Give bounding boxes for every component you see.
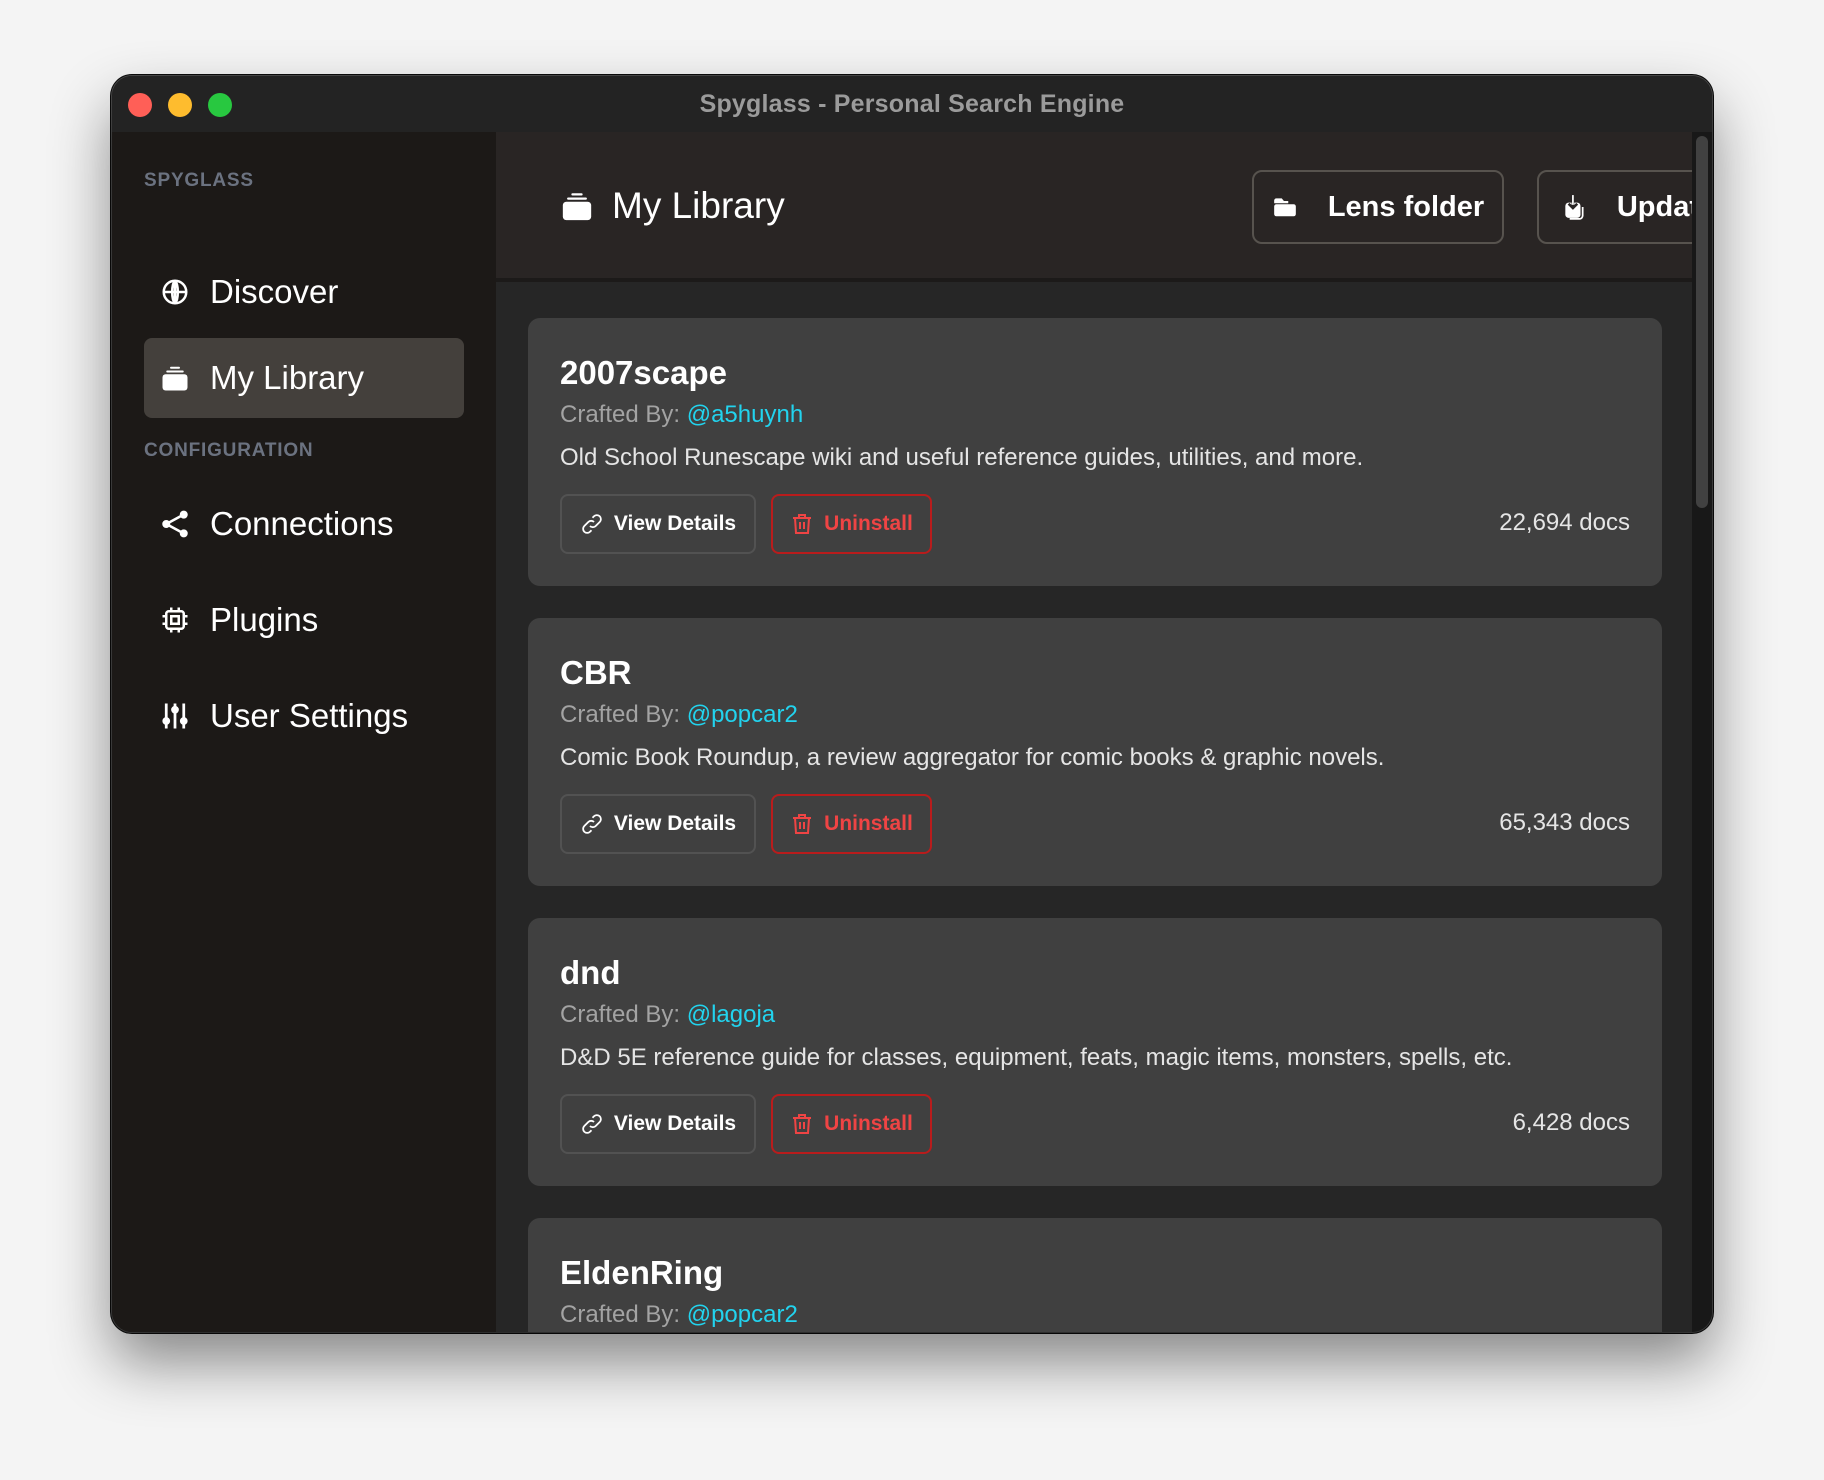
sidebar-item-label: My Library bbox=[210, 359, 365, 396]
view-details-label: View Details bbox=[613, 512, 737, 535]
chip-icon bbox=[160, 605, 190, 635]
library-icon bbox=[160, 363, 190, 393]
page-header: My Library Lens folder Update bbox=[496, 132, 1712, 282]
sidebar-item-connections[interactable]: Connections bbox=[144, 484, 464, 564]
crafted-by-label: Crafted By: bbox=[560, 401, 681, 428]
scrollbar[interactable] bbox=[1692, 132, 1712, 1332]
lens-description: Comic Book Roundup, a review aggregator … bbox=[560, 744, 1385, 771]
doc-count: 65,343 docs bbox=[1499, 809, 1630, 836]
author-link[interactable]: @popcar2 bbox=[687, 701, 798, 728]
view-details-button[interactable]: View Details bbox=[560, 1094, 756, 1154]
link-icon bbox=[580, 512, 604, 536]
lens-name: 2007scape bbox=[560, 354, 727, 391]
lens-name: EldenRing bbox=[560, 1254, 724, 1291]
uninstall-button[interactable]: Uninstall bbox=[771, 794, 932, 854]
update-button[interactable]: Update bbox=[1537, 170, 1712, 244]
crafted-by-label: Crafted By: bbox=[560, 1001, 681, 1028]
window-title: Spyglass - Personal Search Engine bbox=[699, 90, 1125, 118]
lens-name: CBR bbox=[560, 654, 632, 691]
sidebar: SPYGLASS Discover My Library CONFIGURATI… bbox=[112, 132, 496, 1332]
author-link[interactable]: @popcar2 bbox=[687, 1301, 798, 1328]
lens-card: 2007scape Crafted By: @a5huynh Old Schoo… bbox=[528, 318, 1662, 586]
lens-folder-label: Lens folder bbox=[1327, 190, 1485, 223]
sidebar-section-configuration: CONFIGURATION bbox=[144, 440, 314, 461]
author-link[interactable]: @lagoja bbox=[687, 1001, 775, 1028]
library-icon bbox=[560, 189, 594, 223]
doc-count: 6,428 docs bbox=[1512, 1109, 1630, 1136]
view-details-label: View Details bbox=[613, 1112, 737, 1135]
view-details-button[interactable]: View Details bbox=[560, 794, 756, 854]
author-link[interactable]: @a5huynh bbox=[687, 401, 803, 428]
lens-author: Crafted By: @a5huynh bbox=[560, 401, 803, 429]
uninstall-button[interactable]: Uninstall bbox=[771, 1094, 932, 1154]
lens-card: CBR Crafted By: @popcar2 Comic Book Roun… bbox=[528, 618, 1662, 886]
lens-card: dnd Crafted By: @lagoja D&D 5E reference… bbox=[528, 918, 1662, 1186]
page-title: My Library bbox=[560, 178, 785, 234]
trash-icon bbox=[790, 512, 814, 536]
scrollbar-thumb[interactable] bbox=[1696, 136, 1708, 508]
doc-count: 22,694 docs bbox=[1499, 509, 1630, 536]
trash-icon bbox=[790, 1112, 814, 1136]
lens-folder-button[interactable]: Lens folder bbox=[1252, 170, 1504, 244]
download-icon bbox=[1561, 194, 1587, 220]
view-details-label: View Details bbox=[613, 812, 737, 835]
uninstall-label: Uninstall bbox=[824, 812, 913, 835]
sidebar-item-label: Plugins bbox=[210, 601, 319, 638]
view-details-button[interactable]: View Details bbox=[560, 494, 756, 554]
page-title-text: My Library bbox=[612, 185, 785, 226]
lens-description: Old School Runescape wiki and useful ref… bbox=[560, 444, 1364, 471]
sidebar-item-label: User Settings bbox=[210, 697, 409, 734]
folder-icon bbox=[1272, 194, 1298, 220]
sidebar-section-spyglass: SPYGLASS bbox=[144, 170, 254, 191]
link-icon bbox=[580, 1112, 604, 1136]
lens-description: D&D 5E reference guide for classes, equi… bbox=[560, 1044, 1513, 1071]
lens-author: Crafted By: @popcar2 bbox=[560, 1301, 798, 1329]
uninstall-label: Uninstall bbox=[824, 512, 913, 535]
app-window: Spyglass - Personal Search Engine SPYGLA… bbox=[112, 76, 1712, 1332]
sidebar-item-my-library[interactable]: My Library bbox=[144, 338, 464, 418]
lens-author: Crafted By: @lagoja bbox=[560, 1001, 775, 1029]
share-icon bbox=[160, 509, 190, 539]
uninstall-label: Uninstall bbox=[824, 1112, 913, 1135]
globe-icon bbox=[160, 277, 190, 307]
crafted-by-label: Crafted By: bbox=[560, 1301, 681, 1328]
lens-name: dnd bbox=[560, 954, 621, 991]
sidebar-item-plugins[interactable]: Plugins bbox=[144, 580, 464, 660]
sliders-icon bbox=[160, 701, 190, 731]
sidebar-item-user-settings[interactable]: User Settings bbox=[144, 676, 464, 756]
crafted-by-label: Crafted By: bbox=[560, 701, 681, 728]
link-icon bbox=[580, 812, 604, 836]
title-bar: Spyglass - Personal Search Engine bbox=[112, 76, 1712, 132]
trash-icon bbox=[790, 812, 814, 836]
uninstall-button[interactable]: Uninstall bbox=[771, 494, 932, 554]
lens-author: Crafted By: @popcar2 bbox=[560, 701, 798, 729]
lens-card: EldenRing Crafted By: @popcar2 bbox=[528, 1218, 1662, 1332]
main-content: My Library Lens folder Update 2007scape bbox=[496, 132, 1712, 1332]
sidebar-item-label: Connections bbox=[210, 505, 394, 542]
sidebar-item-discover[interactable]: Discover bbox=[144, 252, 464, 332]
sidebar-item-label: Discover bbox=[210, 273, 339, 310]
